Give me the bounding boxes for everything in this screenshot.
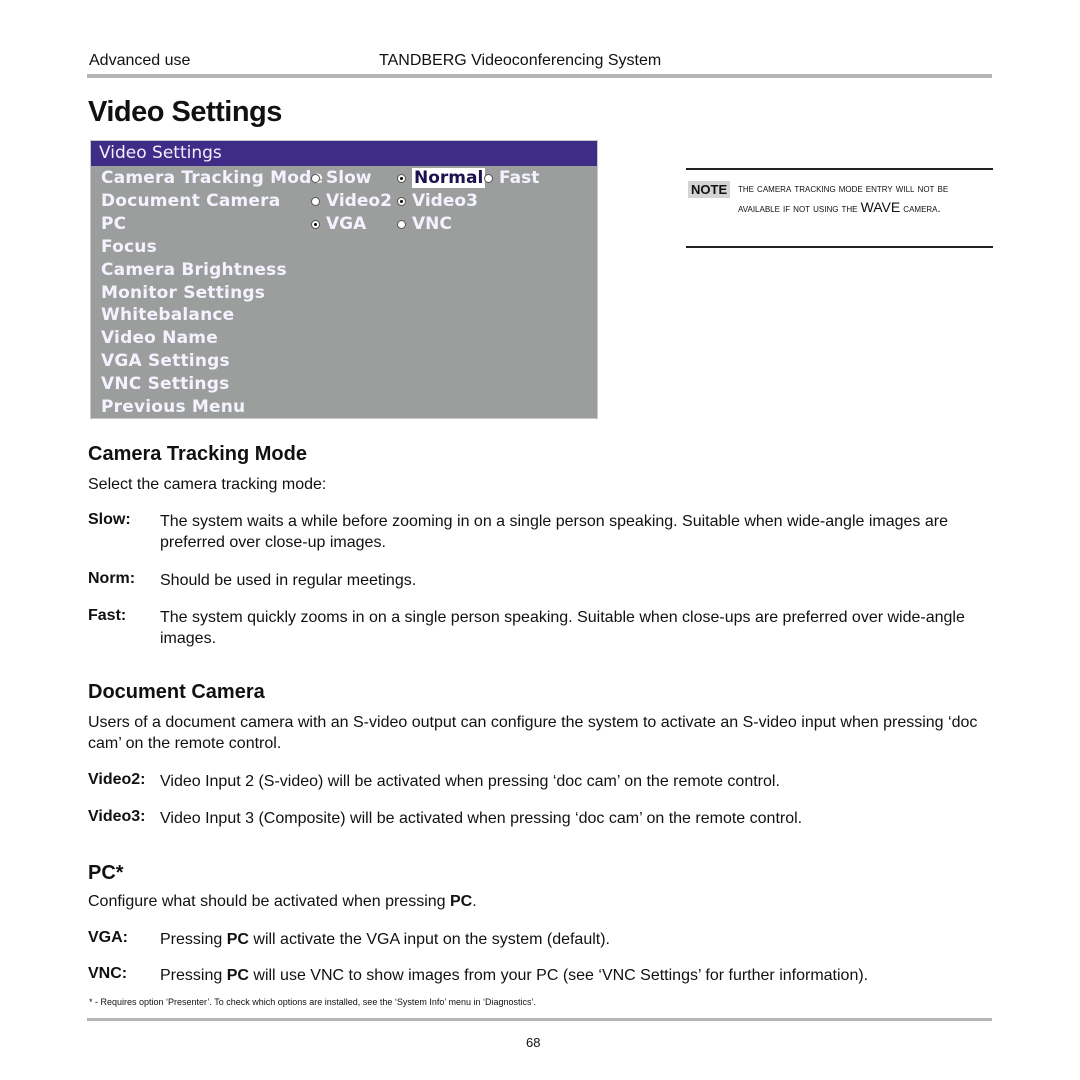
osd-item-previous-menu[interactable]: Previous Menu [101, 397, 245, 417]
note-bottom-rule [686, 246, 993, 248]
def-slow: The system waits a while before zooming … [160, 513, 948, 551]
radio-off-icon [311, 173, 320, 183]
osd-item-document-camera[interactable]: Document Camera [101, 191, 280, 211]
osd-option-normal[interactable]: Normal [397, 168, 486, 188]
osd-menu: Video Settings Camera Tracking Mode Slow… [90, 140, 598, 419]
term-fast: Fast: [88, 607, 127, 624]
def-video3: Video Input 3 (Composite) will be activa… [160, 810, 803, 827]
page-number: 68 [526, 1035, 541, 1050]
def-vga: Pressing PC will activate the VGA input … [160, 931, 610, 948]
heading-camera-tracking-mode: Camera Tracking Mode [88, 443, 307, 465]
term-norm: Norm: [88, 570, 136, 587]
heading-document-camera: Document Camera [88, 681, 265, 703]
term-vnc: VNC: [88, 965, 128, 982]
header-product: TANDBERG Videoconferencing System [379, 52, 662, 69]
note-top-rule [686, 168, 993, 170]
note-tag: NOTE [688, 181, 731, 198]
footer-divider [87, 1018, 992, 1021]
radio-on-icon [397, 196, 406, 206]
radio-off-icon [311, 196, 320, 206]
header-section: Advanced use [89, 52, 191, 69]
def-fast: The system quickly zooms in on a single … [160, 609, 965, 647]
osd-item-focus[interactable]: Focus [101, 237, 157, 257]
osd-item-camera-brightness[interactable]: Camera Brightness [101, 260, 287, 280]
radio-off-icon [397, 219, 406, 229]
term-video3: Video3: [88, 808, 146, 825]
page-title: Video Settings [88, 96, 282, 128]
document-camera-intro: Users of a document camera with an S-vid… [88, 714, 978, 752]
osd-item-video-name[interactable]: Video Name [101, 328, 218, 348]
osd-option-slow[interactable]: Slow [311, 168, 371, 188]
osd-option-vnc[interactable]: VNC [397, 214, 452, 234]
radio-on-icon [397, 173, 406, 183]
radio-off-icon [484, 173, 493, 183]
osd-item-vnc-settings[interactable]: VNC Settings [101, 374, 229, 394]
def-norm: Should be used in regular meetings. [160, 572, 417, 589]
heading-pc: PC* [88, 862, 124, 884]
term-video2: Video2: [88, 771, 146, 788]
osd-item-camera-tracking-mode[interactable]: Camera Tracking Mode [101, 168, 323, 188]
osd-menu-title: Video Settings [91, 141, 597, 166]
osd-option-fast[interactable]: Fast [484, 168, 539, 188]
header-divider [87, 74, 992, 78]
footnote: * - Requires option ‘Presenter’. To chec… [89, 997, 537, 1007]
term-vga: VGA: [88, 929, 128, 946]
camera-tracking-intro: Select the camera tracking mode: [88, 476, 327, 493]
osd-option-video2[interactable]: Video2 [311, 191, 392, 211]
term-slow: Slow: [88, 511, 131, 528]
osd-option-vga[interactable]: VGA [311, 214, 366, 234]
radio-on-icon [311, 219, 320, 229]
osd-item-whitebalance[interactable]: Whitebalance [101, 305, 234, 325]
osd-option-video3[interactable]: Video3 [397, 191, 478, 211]
pc-intro: Configure what should be activated when … [88, 893, 477, 910]
def-video2: Video Input 2 (S-video) will be activate… [160, 773, 780, 790]
note-text: The Camera Tracking Mode entry will not … [738, 183, 949, 215]
def-vnc: Pressing PC will use VNC to show images … [160, 967, 869, 984]
osd-item-vga-settings[interactable]: VGA Settings [101, 351, 230, 371]
osd-item-pc[interactable]: PC [101, 214, 126, 234]
osd-item-monitor-settings[interactable]: Monitor Settings [101, 283, 265, 303]
